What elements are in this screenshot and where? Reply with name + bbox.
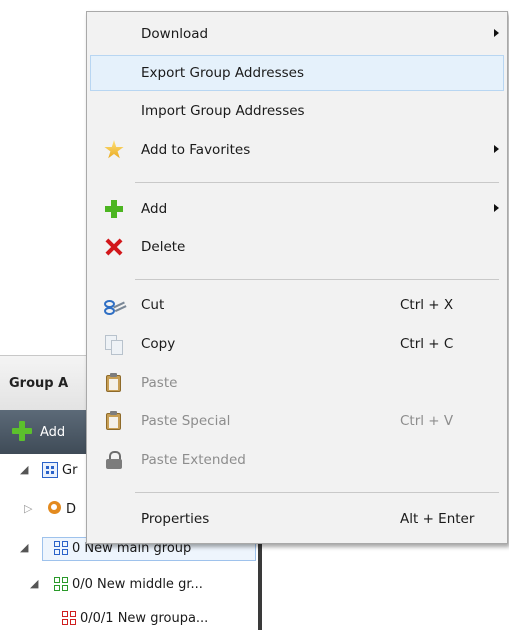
menu-item-import-group-addresses[interactable]: Import Group Addresses [90, 93, 504, 129]
delete-x-icon [104, 237, 124, 257]
lock-icon [104, 450, 124, 470]
scissors-icon [104, 295, 124, 315]
submenu-arrow-icon [494, 29, 499, 37]
menu-item-label: Properties [141, 511, 210, 527]
menu-item-add-to-favorites[interactable]: Add to Favorites [90, 132, 504, 168]
menu-item-paste-special[interactable]: Paste Special Ctrl + V [90, 403, 504, 439]
menu-item-label: Paste Special [141, 413, 231, 429]
menu-item-label: Export Group Addresses [141, 65, 304, 81]
submenu-arrow-icon [494, 204, 499, 212]
menu-item-cut[interactable]: Cut Ctrl + X [90, 287, 504, 323]
collapsed-arrow-icon[interactable]: ▷ [24, 502, 32, 515]
expanded-arrow-icon[interactable]: ◢ [30, 577, 38, 590]
expanded-arrow-icon[interactable]: ◢ [20, 463, 28, 476]
star-icon [104, 140, 124, 159]
menu-item-shortcut: Alt + Enter [400, 511, 475, 527]
menu-item-label: Copy [141, 336, 176, 352]
group-address-icon [62, 611, 76, 625]
main-group-icon [54, 541, 68, 555]
menu-item-label: Paste Extended [141, 452, 246, 468]
menu-item-shortcut: Ctrl + X [400, 297, 454, 313]
tree-row-label: 0/0/1 New groupa... [80, 611, 209, 626]
menu-item-add[interactable]: Add [90, 191, 504, 227]
middle-group-icon [54, 577, 68, 591]
tree-row-group-address[interactable]: 0/0/1 New groupa... [0, 607, 258, 631]
menu-item-label: Download [141, 26, 209, 42]
menu-item-paste-extended[interactable]: Paste Extended [90, 442, 504, 478]
menu-item-delete[interactable]: Delete [90, 229, 504, 265]
menu-item-label: Add to Favorites [141, 142, 251, 158]
location-icon [48, 501, 64, 517]
add-button-label[interactable]: Add [40, 425, 65, 440]
menu-separator [135, 182, 499, 183]
menu-separator [135, 492, 499, 493]
menu-item-shortcut: Ctrl + C [400, 336, 454, 352]
tree-row-label: 0/0 New middle gr... [72, 577, 203, 592]
context-menu: Download Export Group Addresses Import G… [86, 11, 508, 544]
submenu-arrow-icon [494, 145, 499, 153]
building-icon [42, 462, 58, 478]
menu-item-export-group-addresses[interactable]: Export Group Addresses [90, 55, 504, 91]
tree-row-label: D [66, 502, 77, 517]
panel-title: Group A [9, 376, 69, 391]
menu-item-label: Cut [141, 297, 165, 313]
copy-icon [104, 334, 124, 355]
menu-item-properties[interactable]: Properties Alt + Enter [90, 501, 504, 537]
menu-item-copy[interactable]: Copy Ctrl + C [90, 326, 504, 362]
clipboard-icon [104, 411, 124, 431]
menu-item-label: Delete [141, 239, 186, 255]
menu-item-paste[interactable]: Paste [90, 365, 504, 401]
expanded-arrow-icon[interactable]: ◢ [20, 541, 28, 554]
menu-separator [135, 279, 499, 280]
menu-item-download[interactable]: Download [90, 16, 504, 52]
menu-item-label: Import Group Addresses [141, 103, 305, 119]
menu-item-label: Paste [141, 375, 178, 391]
plus-icon[interactable] [10, 419, 34, 443]
plus-icon [104, 199, 124, 219]
menu-item-label: Add [141, 201, 168, 217]
clipboard-icon [104, 373, 124, 393]
menu-item-shortcut: Ctrl + V [400, 413, 454, 429]
tree-row-middle-group[interactable]: ◢ 0/0 New middle gr... [0, 573, 258, 597]
tree-row-label: Gr [62, 463, 78, 478]
